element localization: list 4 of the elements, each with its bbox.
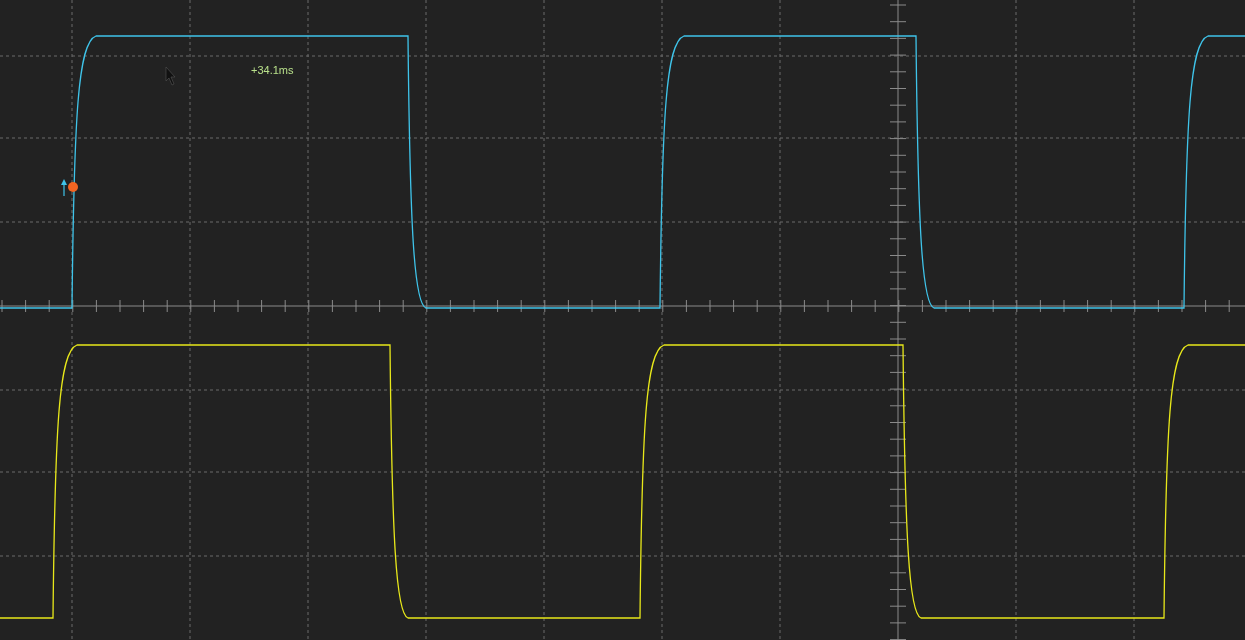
trigger-point-icon[interactable] — [68, 182, 78, 192]
cursor-readout: +34.1ms — [251, 63, 294, 77]
arrow-icon — [61, 179, 67, 197]
mouse-pointer-icon — [165, 66, 176, 86]
